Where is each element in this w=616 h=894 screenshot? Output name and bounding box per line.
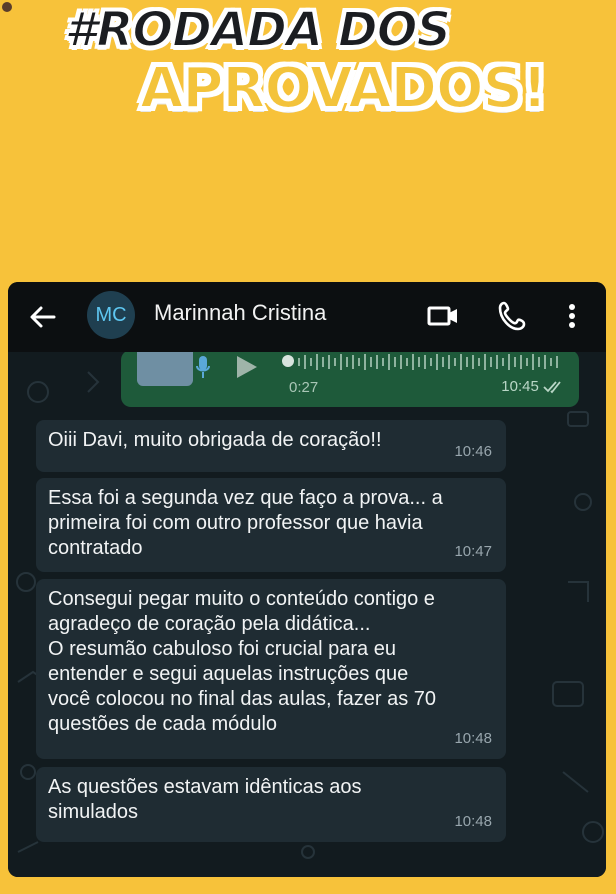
message-bubble[interactable]: Consegui pegar muito o conteúdo contigo …	[36, 579, 506, 759]
message-time: 10:47	[454, 543, 492, 560]
chat-app-bar: MC Marinnah Cristina	[8, 282, 606, 352]
headline: #RODADA DOS APROVADOS!	[0, 0, 616, 130]
phone-icon[interactable]	[496, 299, 530, 338]
double-check-icon	[543, 381, 561, 394]
message-text: As questões estavam idênticas aos simula…	[48, 776, 362, 823]
contact-name[interactable]: Marinnah Cristina	[154, 300, 326, 326]
profile-avatar-mini	[2, 2, 12, 12]
audio-timestamp: 10:45	[501, 378, 565, 395]
chat-area[interactable]: 0:27 10:45 Oiii Davi, muito obrigada de …	[8, 352, 606, 877]
message-time: 10:48	[454, 813, 492, 830]
video-camera-icon[interactable]	[426, 299, 460, 338]
headline-line2: APROVADOS!	[139, 55, 548, 122]
audio-sender-photo	[137, 352, 193, 386]
play-icon[interactable]	[231, 354, 261, 380]
microphone-icon	[196, 356, 210, 378]
audio-duration: 0:27	[289, 379, 319, 396]
headline-line1: #RODADA DOS	[63, 1, 452, 59]
message-bubble[interactable]: Oiii Davi, muito obrigada de coração!! 1…	[36, 420, 506, 472]
message-text: Consegui pegar muito o conteúdo contigo …	[48, 588, 437, 735]
message-time: 10:46	[454, 443, 492, 460]
arrow-left-icon[interactable]	[26, 300, 60, 334]
audio-message[interactable]: 0:27 10:45	[121, 352, 579, 407]
audio-time-label: 10:45	[501, 378, 539, 395]
message-text: Oiii Davi, muito obrigada de coração!!	[48, 429, 382, 451]
message-bubble[interactable]: Essa foi a segunda vez que faço a prova.…	[36, 478, 506, 572]
audio-waveform[interactable]	[281, 352, 566, 374]
contact-avatar[interactable]: MC	[87, 291, 135, 339]
message-bubble[interactable]: As questões estavam idênticas aos simula…	[36, 767, 506, 842]
message-text: Essa foi a segunda vez que faço a prova.…	[48, 487, 443, 559]
chat-screenshot: MC Marinnah Cristina 0:27 10:45 Oiii Dav…	[8, 282, 606, 877]
message-time: 10:48	[454, 730, 492, 747]
more-vertical-icon[interactable]	[560, 299, 584, 338]
